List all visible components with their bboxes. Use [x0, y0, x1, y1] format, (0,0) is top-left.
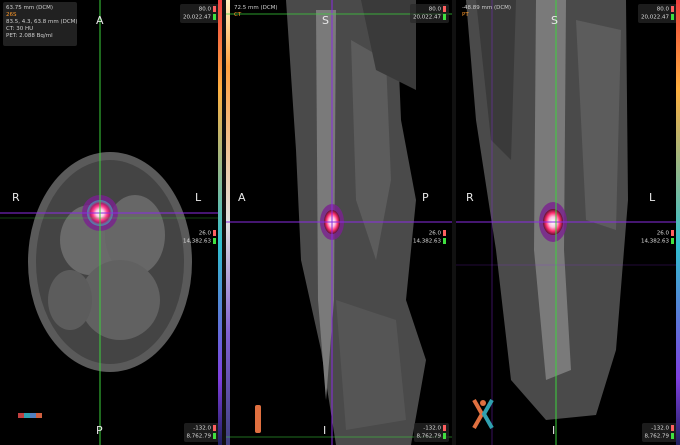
window-level-top: 80.0 20,022.47: [410, 4, 449, 23]
window-level-mid: 26.0 14,382.63: [180, 228, 219, 247]
orientation-top: S: [551, 14, 558, 27]
viewport-axial[interactable]: 63.75 mm (DCM) 26S 83.5, 4.3, 63.8 mm (D…: [0, 0, 222, 445]
axial-cursor-position: 83.5, 4.3, 63.8 mm (DCM): [6, 19, 78, 25]
coronal-slice-position: -48.89 mm (DCM): [462, 5, 512, 11]
orientation-left: A: [238, 191, 246, 204]
axial-modality: 26S: [6, 12, 17, 18]
sagittal-modality: CT: [234, 12, 242, 18]
orientation-right: P: [422, 191, 429, 204]
axial-scan-image[interactable]: [0, 0, 222, 445]
window-level-mid: 26.0 14,382.63: [410, 228, 449, 247]
window-level-mid: 26.0 14,382.63: [638, 228, 677, 247]
orientation-right: L: [195, 191, 202, 204]
coronal-scan-image[interactable]: [456, 0, 680, 445]
slice-indicator: [255, 405, 261, 433]
axial-pet-value: PET: 2.088 Bq/ml: [6, 33, 53, 39]
orientation-top: A: [96, 14, 104, 27]
orientation-bottom: I: [323, 424, 327, 437]
orientation-right: L: [649, 191, 656, 204]
window-level-top: 80.0 20,022.47: [180, 4, 219, 23]
window-level-bottom: -132.0 8,762.79: [183, 423, 219, 442]
viewport-sagittal[interactable]: 72.5 mm (DCM) CT S I A P 80.0 20,022.47 …: [226, 0, 452, 445]
orientation-left: R: [12, 191, 20, 204]
sagittal-scan-image[interactable]: [226, 0, 452, 445]
coronal-modality: PT: [462, 12, 469, 18]
colorbar[interactable]: [676, 0, 680, 445]
window-level-bottom: -132.0 8,762.79: [641, 423, 677, 442]
axial-slice-position: 63.75 mm (DCM): [6, 5, 54, 11]
orientation-bottom: I: [552, 424, 556, 437]
axial-ct-value: CT: 30 HU: [6, 26, 34, 32]
window-level-bottom: -132.0 8,762.79: [413, 423, 449, 442]
orientation-top: S: [322, 14, 329, 27]
viewport-coronal[interactable]: -48.89 mm (DCM) PT S I R L 80.0 20,022.4…: [456, 0, 680, 445]
sagittal-slice-position: 72.5 mm (DCM): [234, 5, 278, 11]
orientation-bottom: P: [96, 424, 103, 437]
orientation-left: R: [466, 191, 474, 204]
app-logo: [472, 399, 494, 429]
window-level-top: 80.0 20,022.47: [638, 4, 677, 23]
